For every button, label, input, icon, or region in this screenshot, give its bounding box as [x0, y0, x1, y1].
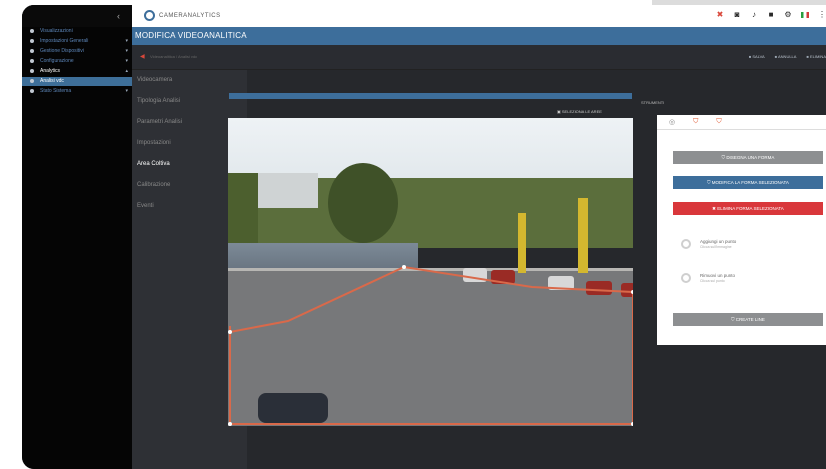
chevron-down-icon: ▾ [125, 38, 128, 44]
add-point-icon [681, 239, 691, 249]
top-header: CAMERANALYTICS ✖ ◙ ♪ ■ ⚙ ⋮ [132, 5, 826, 27]
draw-shape-button[interactable]: ⛉ DISEGNA UNA FORMA [673, 151, 823, 164]
sidebar-header: ‹ [22, 5, 132, 27]
remove-point-label: Rimuovi un punto Clicca sul punto [700, 273, 736, 283]
page-title: MODIFICA VIDEOANALITICA [135, 31, 247, 40]
image-header-strip [229, 93, 632, 99]
back-icon[interactable]: ◀ [140, 53, 145, 60]
polygon-handle[interactable] [631, 422, 633, 426]
camera-icon [30, 28, 34, 33]
tab-target-icon[interactable]: ◎ [669, 118, 675, 126]
config-icon [30, 58, 34, 63]
edit-shape-button[interactable]: ⛉ MODIFICA LA FORMA SELEZIONATA [673, 176, 823, 189]
title-bar: MODIFICA VIDEOANALITICA [132, 27, 826, 45]
menu-icon[interactable]: ⋮ [818, 11, 826, 19]
chevron-down-icon: ▾ [125, 58, 128, 64]
analytics-icon [30, 68, 34, 73]
user-icon [30, 88, 34, 93]
sidebar-item-analytics[interactable]: Analytics ▴ [22, 67, 132, 76]
italian-flag-icon[interactable] [801, 12, 809, 18]
tools-label: STRUMENTI [641, 100, 665, 105]
logo-text: CAMERANALYTICS [159, 12, 221, 19]
tab-shape-icon[interactable]: ⛉ [693, 118, 698, 126]
settings-icon[interactable]: ⚙ [784, 11, 792, 19]
remove-point-icon [681, 273, 691, 283]
polygon-handle[interactable] [402, 265, 406, 269]
chevron-up-icon: ▴ [125, 68, 128, 74]
sidebar-item-analisi-vdc[interactable]: Analisi vdc [22, 77, 132, 86]
polygon-handle[interactable] [631, 290, 633, 294]
page: ‹ Visualizzazioni Impostazioni Generali ▾… [0, 0, 826, 469]
alert-icon[interactable]: ✖ [716, 11, 724, 19]
tab-shape-icon[interactable]: ⛉ [716, 118, 721, 126]
main-sidebar: ‹ Visualizzazioni Impostazioni Generali ▾… [22, 5, 132, 469]
polygon-handle[interactable] [228, 330, 232, 334]
sidebar-item[interactable]: Impostazioni Generali ▾ [22, 37, 132, 46]
breadcrumb: Videoanalitica / Analisi vdc [150, 54, 198, 59]
add-point-tool[interactable]: Aggiungi un punto Clicca sull'immagine [681, 239, 736, 249]
action-bar: ◀ Videoanalitica / Analisi vdc SALVA ANN… [132, 45, 826, 70]
header-icons: ✖ ◙ ♪ ■ ⚙ ⋮ [716, 11, 826, 19]
create-line-button[interactable]: ⛉ CREATE LINE [673, 313, 823, 326]
collapse-icon[interactable]: ‹ [117, 11, 120, 21]
camera-icon[interactable]: ◙ [733, 11, 741, 19]
polygon-handle[interactable] [228, 422, 232, 426]
add-point-label: Aggiungi un punto Clicca sull'immagine [700, 239, 737, 249]
action-buttons: SALVA ANNULLA ELIMINA [749, 54, 826, 59]
tools-panel: ◎ ⛉ ⛉ ⛉ DISEGNA UNA FORMA ⛉ MODIFICA LA … [657, 115, 826, 345]
settings-icon [30, 38, 34, 43]
logo-icon [144, 10, 155, 21]
chevron-down-icon: ▾ [125, 88, 128, 94]
sidebar-item[interactable]: Configurazione ▾ [22, 57, 132, 66]
cancel-button[interactable]: ANNULLA [775, 54, 796, 59]
chevron-down-icon: ▾ [125, 48, 128, 54]
user-icon[interactable]: ■ [767, 11, 775, 19]
detection-polygon[interactable] [228, 118, 633, 426]
delete-shape-button[interactable]: ✖ ELIMINA FORMA SELEZIONATA [673, 202, 823, 215]
tools-tabs: ◎ ⛉ ⛉ [657, 115, 826, 130]
save-button[interactable]: SALVA [749, 54, 764, 59]
sidebar-item[interactable]: Stato Sistema ▾ [22, 87, 132, 96]
menu-item[interactable]: Videocamera [132, 70, 247, 91]
remove-point-tool[interactable]: Rimuovi un punto Clicca sul punto [681, 273, 735, 283]
bell-icon[interactable]: ♪ [750, 11, 758, 19]
delete-button[interactable]: ELIMINA [806, 54, 826, 59]
logo[interactable]: CAMERANALYTICS [144, 10, 221, 21]
sidebar-item[interactable]: Gestione Dispositivi ▾ [22, 47, 132, 56]
sidebar-item[interactable]: Visualizzazioni [22, 27, 132, 36]
camera-image[interactable] [228, 118, 633, 426]
device-icon [30, 48, 34, 53]
sidebar-list: Visualizzazioni Impostazioni Generali ▾ G… [22, 27, 132, 96]
video-icon [30, 78, 34, 83]
select-areas-button[interactable]: ▣ SELEZIONA LE AREE [557, 109, 602, 114]
